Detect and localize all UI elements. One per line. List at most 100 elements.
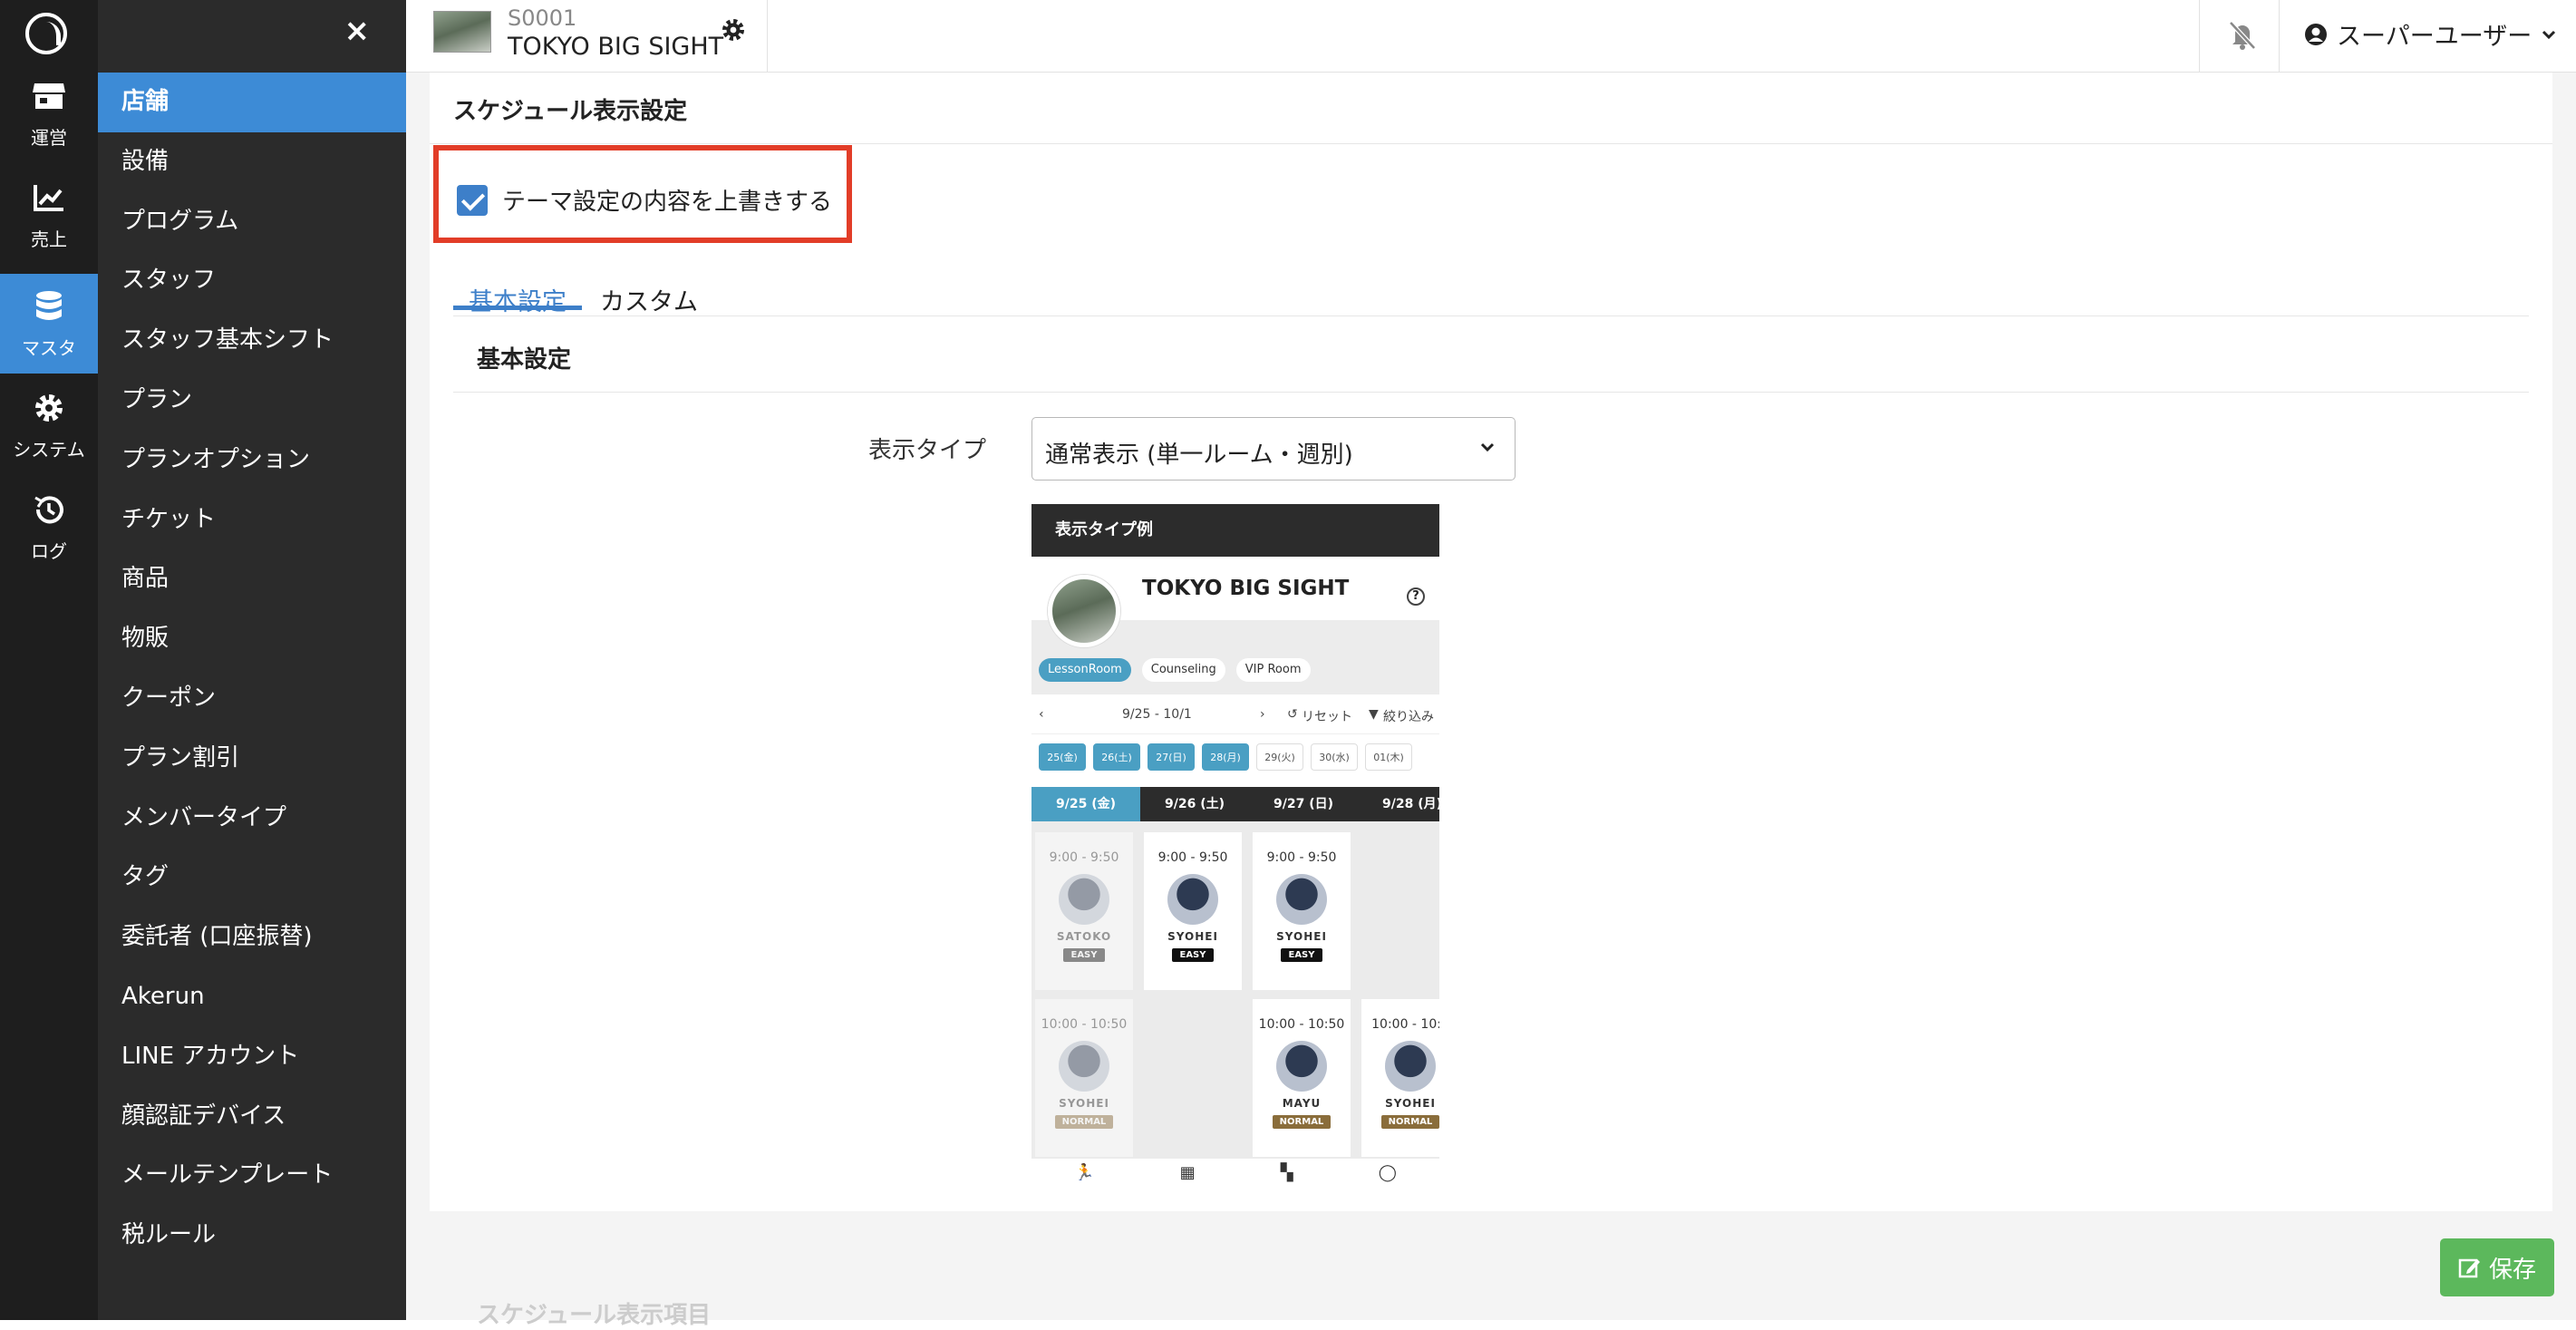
store-code: S0001 xyxy=(508,5,577,31)
submenu-item[interactable]: タグ xyxy=(98,848,406,908)
submenu-item[interactable]: プランオプション xyxy=(98,431,406,490)
level-badge: EASY xyxy=(1281,948,1322,962)
rail-item-system[interactable]: システム xyxy=(0,375,98,475)
override-checkbox[interactable] xyxy=(457,185,488,216)
rail-item-operations[interactable]: 運営 xyxy=(0,63,98,163)
lesson-card: 9:00 - 9:50 SATOKO EASY xyxy=(1035,832,1133,990)
submenu-item[interactable]: プログラム xyxy=(98,192,406,252)
next-section-title: スケジュール表示項目 xyxy=(477,1302,712,1329)
submenu-item[interactable]: クーポン xyxy=(98,669,406,729)
submenu-item[interactable]: 税ルール xyxy=(98,1206,406,1266)
header-divider xyxy=(2279,0,2280,73)
preview-store-name: TOKYO BIG SIGHT xyxy=(1142,577,1350,600)
store-settings-gear-icon[interactable] xyxy=(720,16,747,44)
filter-icon: ▼ xyxy=(1369,707,1379,722)
user-circle-icon xyxy=(2305,23,2327,45)
display-type-select[interactable]: 通常表示 (単一ルーム・週別) xyxy=(1031,417,1516,481)
rail-item-sales[interactable]: 売上 xyxy=(0,165,98,265)
rail-label: マスタ xyxy=(22,336,76,359)
submenu-item[interactable]: 委託者 (口座振替) xyxy=(98,908,406,967)
store-icon xyxy=(33,83,65,109)
reset-label: リセット xyxy=(1302,710,1352,724)
rail-item-master[interactable]: マスタ xyxy=(0,274,98,374)
level-badge: EASY xyxy=(1172,948,1214,962)
notification-off-bell-icon[interactable] xyxy=(2224,16,2261,53)
preview-header: 表示タイプ例 xyxy=(1031,504,1439,557)
lesson-time: 9:00 - 9:50 xyxy=(1266,850,1337,865)
lesson-time: 9:00 - 9:50 xyxy=(1049,850,1119,865)
database-icon xyxy=(36,290,62,320)
submenu-item[interactable]: スタッフ xyxy=(98,251,406,311)
instructor-name: SATOKO xyxy=(1056,930,1112,943)
edit-icon xyxy=(2458,1258,2480,1278)
date-chip: 29(火) xyxy=(1256,743,1303,771)
save-button[interactable]: 保存 xyxy=(2440,1238,2554,1296)
gear-icon xyxy=(35,393,63,422)
submenu-item[interactable]: 顔認証デバイス xyxy=(98,1087,406,1147)
submenu-item[interactable]: プラン割引 xyxy=(98,729,406,789)
level-badge: NORMAL xyxy=(1380,1115,1439,1129)
submenu-item[interactable]: チケット xyxy=(98,490,406,550)
display-type-value: 通常表示 (単一ルーム・週別) xyxy=(1045,442,1353,469)
instructor-photo xyxy=(1276,874,1327,925)
preview-store-avatar xyxy=(1048,575,1120,647)
lesson-time: 10:00 - 10:5 xyxy=(1371,1017,1439,1032)
user-menu[interactable]: スーパーユーザー xyxy=(2304,16,2557,52)
calendar-icon: ▦ xyxy=(1179,1162,1196,1182)
submenu-item[interactable]: メンバータイプ xyxy=(98,789,406,849)
room-chip: LessonRoom xyxy=(1039,658,1131,682)
person-icon: ◯ xyxy=(1378,1162,1397,1182)
instructor-name: SYOHEI xyxy=(1059,1097,1109,1110)
chevron-down-icon xyxy=(1480,442,1495,452)
display-type-label: 表示タイプ xyxy=(868,437,987,464)
instructor-name: MAYU xyxy=(1282,1097,1322,1110)
submenu-item[interactable]: 商品 xyxy=(98,549,406,609)
instructor-photo xyxy=(1385,1041,1436,1092)
level-badge: NORMAL xyxy=(1054,1115,1114,1129)
lesson-time: 10:00 - 10:50 xyxy=(1041,1017,1128,1032)
section-title: スケジュール表示設定 xyxy=(453,98,688,125)
day-header: 9/26 (土) xyxy=(1164,797,1225,811)
lesson-card: 10:00 - 10:5 SYOHEI NORMAL xyxy=(1361,999,1439,1157)
day-header: 9/28 (月) xyxy=(1381,797,1439,811)
app-logo-icon[interactable] xyxy=(25,13,67,54)
submenu-item[interactable]: スタッフ基本シフト xyxy=(98,311,406,371)
submenu-item[interactable]: Akerun xyxy=(98,967,406,1027)
lesson-time: 9:00 - 9:50 xyxy=(1157,850,1228,865)
icon-rail: 運営 売上 マスタ システム ログ xyxy=(0,0,98,1320)
lesson-card: 10:00 - 10:50 SYOHEI NORMAL xyxy=(1035,999,1133,1157)
top-header: S0001 TOKYO BIG SIGHT スーパーユーザー xyxy=(406,0,2576,73)
header-divider xyxy=(767,0,768,73)
divider xyxy=(430,143,2552,144)
rail-label: 売上 xyxy=(31,228,67,250)
subsection-title: 基本設定 xyxy=(477,346,572,374)
level-badge: EASY xyxy=(1063,948,1105,962)
submenu-item[interactable]: 店舗 xyxy=(98,73,406,132)
lesson-card: 9:00 - 9:50 SYOHEI EASY xyxy=(1253,832,1351,990)
close-icon[interactable]: × xyxy=(344,13,371,49)
tab-basic[interactable]: 基本設定 xyxy=(453,252,582,316)
instructor-name: SYOHEI xyxy=(1385,1097,1436,1110)
lesson-card: 9:00 - 9:50 SYOHEI EASY xyxy=(1144,832,1242,990)
day-header: 9/25 (金) xyxy=(1031,787,1140,821)
run-icon: 🏃 xyxy=(1074,1162,1095,1182)
submenu-item[interactable]: プラン xyxy=(98,371,406,431)
rail-label: 運営 xyxy=(31,126,67,149)
submenu-item[interactable]: 物販 xyxy=(98,609,406,669)
submenu-item[interactable]: 設備 xyxy=(98,132,406,192)
date-chip: 28(月) xyxy=(1202,743,1249,771)
instructor-photo xyxy=(1059,874,1109,925)
master-submenu: × 店舗 設備 プログラム スタッフ スタッフ基本シフト プラン プランオプショ… xyxy=(98,0,406,1320)
override-checkbox-label[interactable]: テーマ設定の内容を上書きする xyxy=(502,183,832,217)
rail-item-log[interactable]: ログ xyxy=(0,477,98,577)
tab-custom[interactable]: カスタム xyxy=(582,252,716,316)
date-chip: 30(水) xyxy=(1311,743,1358,771)
instructor-photo xyxy=(1059,1041,1109,1092)
store-name[interactable]: TOKYO BIG SIGHT xyxy=(508,33,723,61)
submenu-item[interactable]: メールテンプレート xyxy=(98,1146,406,1206)
store-thumbnail[interactable] xyxy=(433,11,491,53)
submenu-item[interactable]: LINE アカウント xyxy=(98,1027,406,1087)
preview-day-headers: 9/25 (金) 9/26 (土) 9/27 (日) 9/28 (月) xyxy=(1031,787,1439,821)
preview-room-chips: LessonRoom Counseling VIP Room xyxy=(1039,658,1311,682)
reset-icon: ↺ xyxy=(1287,707,1298,722)
